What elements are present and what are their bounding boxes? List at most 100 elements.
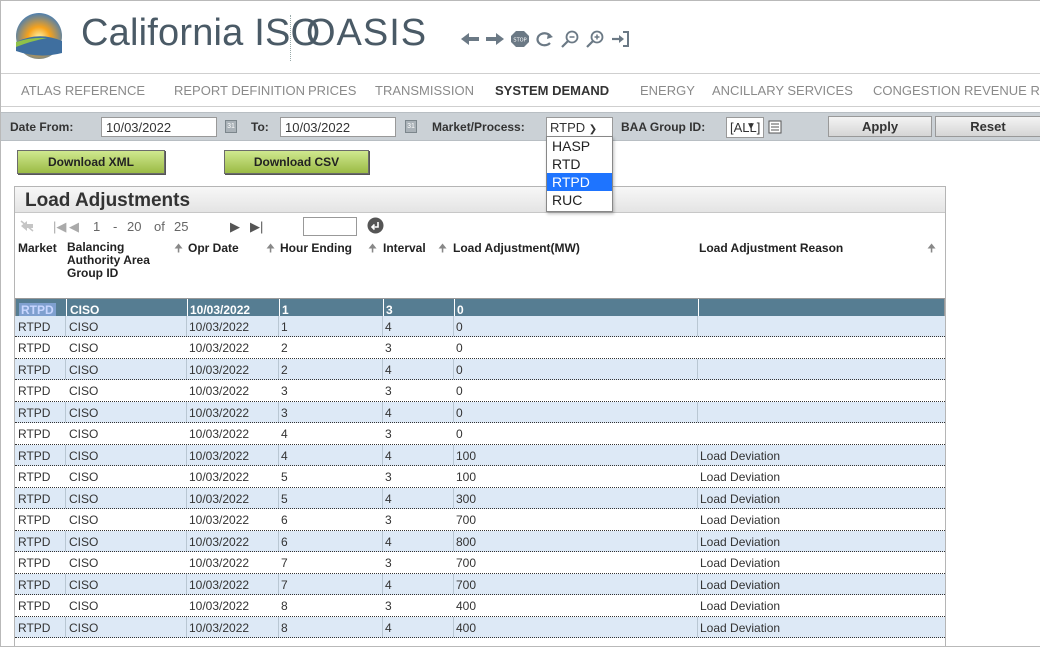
col-hour-ending[interactable]: Hour Ending: [280, 241, 352, 255]
cell-divider: [278, 616, 279, 637]
arrow-left-icon[interactable]: [459, 29, 481, 49]
page-number-input[interactable]: [303, 217, 357, 236]
cell-interval: 3: [385, 599, 392, 613]
cell-date: 10/03/2022: [189, 556, 250, 570]
table-row[interactable]: RTPD CISO 10/03/2022 6 3 700 Load Deviation: [15, 509, 945, 531]
baa-group-label: BAA Group ID:: [621, 120, 706, 134]
market-option-rtd[interactable]: RTD: [547, 155, 612, 173]
nav-item-congestion-revenue-rights[interactable]: CONGESTION REVENUE RI: [873, 83, 1040, 98]
col-interval[interactable]: Interval: [383, 241, 426, 255]
multi-select-list-icon[interactable]: [768, 120, 782, 134]
table-row[interactable]: RTPD CISO 10/03/2022 4 3 0: [15, 423, 945, 445]
pager-dash: -: [113, 219, 118, 234]
cell-date: 10/03/2022: [189, 599, 250, 613]
download-xml-button[interactable]: Download XML: [17, 150, 165, 174]
table-row[interactable]: RTPD CISO 10/03/2022 8 4 400 Load Deviation: [15, 616, 945, 638]
refresh-icon[interactable]: [534, 29, 556, 49]
table-row[interactable]: RTPD CISO 10/03/2022 7 3 700 Load Deviation: [15, 552, 945, 574]
table-row[interactable]: RTPD CISO 10/03/2022 8 3 400 Load Deviation: [15, 595, 945, 617]
nav-item-report-definition[interactable]: REPORT DEFINITION: [174, 83, 305, 98]
zoom-in-icon[interactable]: [584, 29, 606, 49]
col-market[interactable]: Market: [18, 241, 57, 255]
sort-icon[interactable]: 🠉: [438, 240, 447, 259]
cell-date: 10/03/2022: [189, 319, 250, 334]
market-option-rtpd[interactable]: RTPD: [547, 173, 612, 191]
cell-interval: 3: [385, 513, 392, 527]
cell-baa: CISO: [69, 362, 99, 377]
nav-item-ancillary-services[interactable]: ANCILLARY SERVICES: [712, 83, 853, 98]
table-row[interactable]: RTPD CISO 10/03/2022 7 4 700 Load Deviation: [15, 573, 945, 595]
sort-icon[interactable]: 🠉: [927, 240, 936, 259]
market-option-ruc[interactable]: RUC: [547, 191, 612, 209]
sort-icon[interactable]: 🠉: [174, 240, 183, 259]
table-row[interactable]: RTPD CISO 10/03/2022 3 3 0: [15, 380, 945, 402]
date-to-input[interactable]: 10/03/2022: [280, 117, 396, 137]
cell-divider: [65, 573, 66, 594]
prev-page-icon[interactable]: ◀: [69, 219, 79, 235]
cell-mw: 700: [456, 577, 477, 592]
last-page-icon[interactable]: ▶|: [250, 219, 263, 235]
cell-interval: 4: [385, 319, 392, 334]
cell-hour: 7: [281, 577, 288, 592]
col-baa[interactable]: Balancing Authority Area Group ID: [67, 241, 167, 280]
cell-baa: CISO: [69, 491, 99, 506]
table-row[interactable]: RTPD CISO 10/03/2022 5 3 100 Load Deviation: [15, 466, 945, 488]
cell-divider: [278, 358, 279, 379]
nav-item-system-demand[interactable]: SYSTEM DEMAND: [495, 83, 609, 98]
table-row[interactable]: RTPD CISO 10/03/2022 3 4 0: [15, 401, 945, 423]
cell-hour: 4: [281, 427, 288, 441]
cell-market: RTPD: [18, 513, 51, 527]
calendar-icon[interactable]: 31: [225, 120, 237, 133]
arrow-right-icon[interactable]: [484, 29, 506, 49]
clear-sort-icon[interactable]: [19, 219, 35, 233]
nav-item-transmission[interactable]: TRANSMISSION: [375, 83, 474, 98]
cell-divider: [453, 487, 454, 508]
oasis-window: California ISO OASIS STOP ATLAS REFERENC…: [0, 0, 1040, 647]
zoom-out-icon[interactable]: [559, 29, 581, 49]
cell-divider: [186, 616, 187, 637]
first-page-icon[interactable]: |◀: [53, 219, 66, 235]
date-from-input[interactable]: 10/03/2022: [101, 117, 217, 137]
next-page-icon[interactable]: ▶: [230, 219, 240, 235]
baa-group-select[interactable]: [ALL]: [726, 117, 764, 138]
nav-item-prices[interactable]: PRICES: [308, 83, 356, 98]
cell-hour: 2: [281, 362, 288, 377]
col-load-adjustment-reason[interactable]: Load Adjustment Reason: [699, 241, 843, 255]
table-row[interactable]: RTPD CISO 10/03/2022 4 4 100 Load Deviation: [15, 444, 945, 466]
cell-divider: [697, 444, 698, 465]
cell-divider: [697, 358, 698, 379]
cell-mw: 0: [456, 319, 463, 334]
reset-button[interactable]: Reset: [935, 116, 1040, 137]
caiso-logo-icon: [16, 13, 62, 59]
download-csv-button[interactable]: Download CSV: [224, 150, 369, 174]
logout-icon[interactable]: [609, 29, 631, 49]
market-process-select[interactable]: RTPD ❯: [546, 117, 613, 138]
nav-item-atlas-reference[interactable]: ATLAS REFERENCE: [21, 83, 145, 98]
calendar-icon[interactable]: 31: [405, 120, 417, 133]
cell-date: 10/03/2022: [189, 534, 250, 549]
table-row[interactable]: RTPD CISO 10/03/2022 2 3 0: [15, 337, 945, 359]
col-opr-date[interactable]: Opr Date: [188, 241, 239, 255]
go-page-icon[interactable]: [367, 217, 384, 234]
sort-icon[interactable]: 🠉: [266, 240, 275, 259]
table-row[interactable]: RTPD CISO 10/03/2022 1 4 0: [15, 315, 945, 337]
cell-divider: [186, 315, 187, 336]
cell-baa: CISO: [69, 577, 99, 592]
cell-baa: CISO: [69, 427, 99, 441]
table-row[interactable]: RTPD CISO 10/03/2022 2 4 0: [15, 358, 945, 380]
cell-hour: 8: [281, 599, 288, 613]
sort-icon[interactable]: 🠉: [368, 240, 377, 259]
table-row[interactable]: RTPD CISO 10/03/2022 5 4 300 Load Deviation: [15, 487, 945, 509]
cell-baa: CISO: [69, 620, 99, 635]
market-option-hasp[interactable]: HASP: [547, 137, 612, 155]
cell-hour: 6: [281, 534, 288, 549]
nav-item-energy[interactable]: ENERGY: [640, 83, 695, 98]
table-row[interactable]: RTPD CISO 10/03/2022 6 4 800 Load Deviation: [15, 530, 945, 552]
cell-divider: [278, 401, 279, 422]
apply-button[interactable]: Apply: [828, 116, 932, 137]
header-divider: [290, 15, 291, 61]
col-load-adjustment[interactable]: Load Adjustment(MW): [453, 241, 580, 255]
cell-divider: [278, 444, 279, 465]
stop-icon[interactable]: STOP: [509, 29, 531, 49]
cell-divider: [382, 573, 383, 594]
